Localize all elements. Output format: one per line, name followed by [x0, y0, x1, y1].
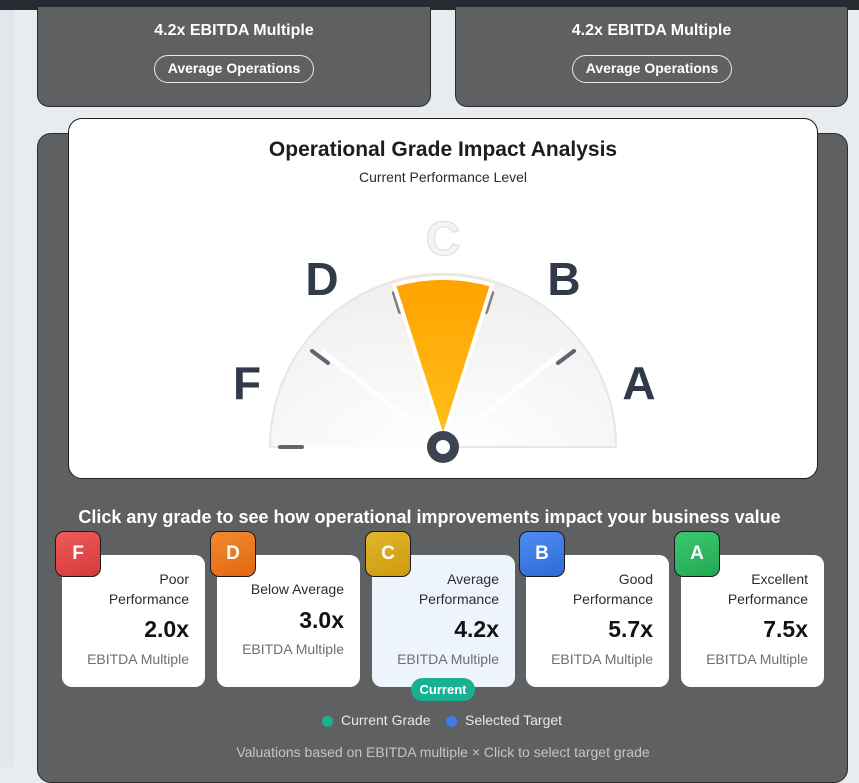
legend-label: Selected Target	[465, 712, 563, 728]
gauge-card: Operational Grade Impact Analysis Curren…	[68, 118, 818, 479]
grade-multiple: 3.0x	[299, 607, 344, 633]
gauge-label-f: F	[233, 357, 261, 409]
legend-current: Current Grade	[322, 712, 430, 728]
gauge-label-c: C	[426, 213, 461, 266]
grade-badge-b[interactable]: B	[519, 531, 565, 577]
grade-unit: EBITDA Multiple	[706, 651, 808, 667]
grade-badge-a[interactable]: A	[674, 531, 720, 577]
grade-instructions: Click any grade to see how operational i…	[78, 507, 781, 527]
summary-multiple: 4.2x EBITDA Multiple	[154, 22, 314, 39]
grade-multiple: 5.7x	[608, 616, 653, 642]
grade-unit: EBITDA Multiple	[397, 651, 499, 667]
operations-pill-button[interactable]: Average Operations	[572, 55, 732, 83]
grade-unit: EBITDA Multiple	[551, 651, 653, 667]
operations-pill-button[interactable]: Average Operations	[154, 55, 314, 83]
valuation-footnote: Valuations based on EBITDA multiple × Cl…	[236, 744, 650, 760]
grade-multiple: 2.0x	[144, 616, 189, 642]
grade-multiple: 4.2x	[454, 616, 499, 642]
grade-badge-d[interactable]: D	[210, 531, 256, 577]
legend-dot-target	[446, 716, 457, 727]
summary-multiple: 4.2x EBITDA Multiple	[571, 22, 732, 39]
grade-badge-c[interactable]: C	[365, 531, 411, 577]
grade-unit: EBITDA Multiple	[87, 651, 189, 667]
gauge-label-b: B	[547, 253, 580, 305]
legend-dot-current	[322, 716, 333, 727]
legend-target: Selected Target	[446, 712, 562, 728]
summary-card-right: 4.2x EBITDA Multiple Average Operations	[455, 6, 848, 107]
grade-gauge: F D C B A	[233, 213, 656, 463]
grade-unit: EBITDA Multiple	[242, 641, 344, 657]
grade-badge-f[interactable]: F	[55, 531, 101, 577]
grade-label: Below Average	[250, 581, 344, 597]
summary-card-left: 4.2x EBITDA Multiple Average Operations	[37, 6, 431, 107]
legend-label: Current Grade	[341, 712, 431, 728]
current-grade-badge: Current	[411, 678, 475, 701]
grade-multiple: 7.5x	[763, 616, 808, 642]
gauge-label-a: A	[622, 357, 655, 409]
left-edge-strip	[0, 10, 14, 767]
gauge-label-d: D	[305, 253, 338, 305]
